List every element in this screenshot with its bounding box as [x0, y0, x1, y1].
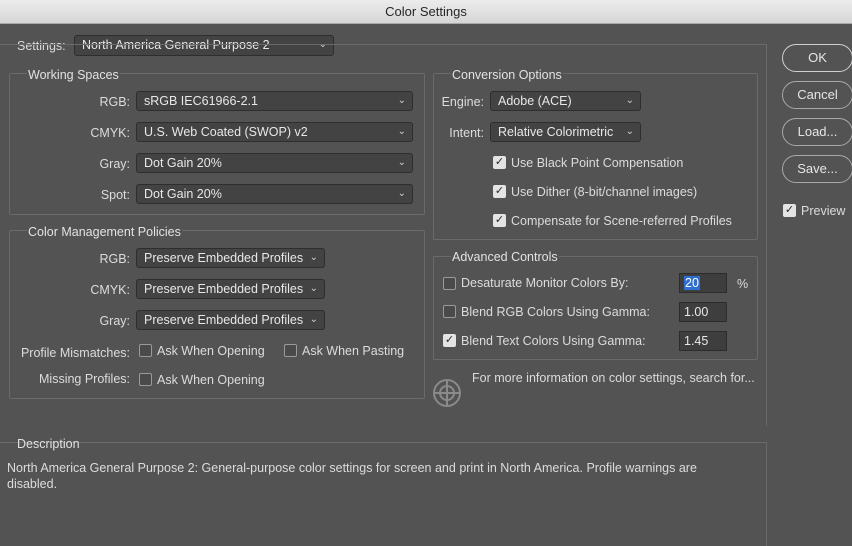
- check-icon: ✓: [784, 204, 795, 216]
- description-panel: [0, 442, 767, 546]
- dither-checkbox[interactable]: ✓: [493, 185, 506, 198]
- ws-gray-select[interactable]: Dot Gain 20% ⌄: [136, 153, 413, 173]
- intent-select[interactable]: Relative Colorimetric ⌄: [490, 122, 641, 142]
- ok-button[interactable]: OK: [782, 44, 852, 72]
- check-icon: ✓: [444, 334, 455, 346]
- mismatch-ask-pasting-label[interactable]: Ask When Pasting: [302, 344, 404, 358]
- engine-label: Engine:: [441, 95, 484, 109]
- black-point-label[interactable]: Use Black Point Compensation: [511, 156, 683, 170]
- check-icon: ✓: [494, 185, 505, 197]
- policies-title: Color Management Policies: [27, 225, 182, 239]
- ws-rgb-label: RGB:: [99, 95, 130, 109]
- ws-spot-select[interactable]: Dot Gain 20% ⌄: [136, 184, 413, 204]
- policy-gray-value: Preserve Embedded Profiles: [144, 313, 304, 327]
- preview-label[interactable]: Preview: [801, 204, 845, 218]
- blend-text-label[interactable]: Blend Text Colors Using Gamma:: [461, 334, 646, 348]
- chevron-down-icon: ⌄: [397, 95, 406, 106]
- mismatch-ask-pasting-checkbox[interactable]: [284, 344, 297, 357]
- blend-rgb-input[interactable]: 1.00: [679, 302, 727, 322]
- advanced-title: Advanced Controls: [451, 250, 559, 264]
- ws-cmyk-value: U.S. Web Coated (SWOP) v2: [144, 125, 308, 139]
- cancel-button[interactable]: Cancel: [782, 81, 852, 109]
- ws-spot-label: Spot:: [100, 188, 130, 202]
- profile-mismatches-label: Profile Mismatches:: [20, 346, 130, 360]
- policy-cmyk-select[interactable]: Preserve Embedded Profiles ⌄: [136, 279, 325, 299]
- window-title-bar: Color Settings: [0, 0, 852, 24]
- policy-rgb-value: Preserve Embedded Profiles: [144, 251, 304, 265]
- ws-cmyk-select[interactable]: U.S. Web Coated (SWOP) v2 ⌄: [136, 122, 413, 142]
- scene-referred-checkbox[interactable]: ✓: [493, 214, 506, 227]
- ws-rgb-value: sRGB IEC61966-2.1: [144, 94, 258, 108]
- desaturate-label[interactable]: Desaturate Monitor Colors By:: [461, 276, 628, 290]
- mismatch-ask-opening-checkbox[interactable]: [139, 344, 152, 357]
- ws-rgb-select[interactable]: sRGB IEC61966-2.1 ⌄: [136, 91, 413, 111]
- engine-select[interactable]: Adobe (ACE) ⌄: [490, 91, 641, 111]
- missing-ask-opening-checkbox[interactable]: [139, 373, 152, 386]
- save-button[interactable]: Save...: [782, 155, 852, 183]
- missing-ask-opening-label[interactable]: Ask When Opening: [157, 373, 265, 387]
- chevron-down-icon: ⌄: [309, 252, 318, 263]
- conversion-title: Conversion Options: [451, 68, 563, 82]
- policy-cmyk-value: Preserve Embedded Profiles: [144, 282, 304, 296]
- desaturate-value: 20: [684, 276, 700, 290]
- black-point-checkbox[interactable]: ✓: [493, 156, 506, 169]
- scene-referred-label[interactable]: Compensate for Scene-referred Profiles: [511, 214, 732, 228]
- desaturate-input[interactable]: 20: [679, 273, 727, 293]
- blend-rgb-checkbox[interactable]: [443, 305, 456, 318]
- intent-value: Relative Colorimetric: [498, 125, 614, 139]
- blend-text-input[interactable]: 1.45: [679, 331, 727, 351]
- chevron-down-icon: ⌄: [625, 95, 634, 106]
- mismatch-ask-opening-label[interactable]: Ask When Opening: [157, 344, 265, 358]
- description-text: North America General Purpose 2: General…: [7, 461, 697, 491]
- chevron-down-icon: ⌄: [625, 126, 634, 137]
- policy-cmyk-label: CMYK:: [90, 283, 130, 297]
- policy-rgb-select[interactable]: Preserve Embedded Profiles ⌄: [136, 248, 325, 268]
- intent-label: Intent:: [449, 126, 484, 140]
- blend-text-checkbox[interactable]: ✓: [443, 334, 456, 347]
- load-button[interactable]: Load...: [782, 118, 852, 146]
- policy-gray-label: Gray:: [99, 314, 130, 328]
- blend-rgb-value: 1.00: [684, 305, 709, 319]
- missing-profiles-label: Missing Profiles:: [39, 372, 130, 386]
- working-spaces-title: Working Spaces: [27, 68, 120, 82]
- ws-cmyk-label: CMYK:: [90, 126, 130, 140]
- info-link[interactable]: For more information on color settings, …: [472, 371, 755, 385]
- policy-gray-select[interactable]: Preserve Embedded Profiles ⌄: [136, 310, 325, 330]
- check-icon: ✓: [494, 156, 505, 168]
- ws-spot-value: Dot Gain 20%: [144, 187, 222, 201]
- window-title: Color Settings: [385, 4, 467, 19]
- engine-value: Adobe (ACE): [498, 94, 572, 108]
- chevron-down-icon: ⌄: [309, 283, 318, 294]
- policy-rgb-label: RGB:: [99, 252, 130, 266]
- chevron-down-icon: ⌄: [397, 126, 406, 137]
- chevron-down-icon: ⌄: [397, 188, 406, 199]
- desaturate-checkbox[interactable]: [443, 277, 456, 290]
- color-settings-globe-icon: [433, 379, 461, 407]
- desaturate-unit: %: [737, 277, 749, 291]
- blend-text-value: 1.45: [684, 334, 709, 348]
- check-icon: ✓: [494, 214, 505, 226]
- preview-checkbox[interactable]: ✓: [783, 204, 796, 217]
- dither-label[interactable]: Use Dither (8-bit/channel images): [511, 185, 697, 199]
- chevron-down-icon: ⌄: [309, 314, 318, 325]
- description-title: Description: [17, 437, 80, 451]
- chevron-down-icon: ⌄: [397, 157, 406, 168]
- blend-rgb-label[interactable]: Blend RGB Colors Using Gamma:: [461, 305, 650, 319]
- ws-gray-label: Gray:: [99, 157, 130, 171]
- ws-gray-value: Dot Gain 20%: [144, 156, 222, 170]
